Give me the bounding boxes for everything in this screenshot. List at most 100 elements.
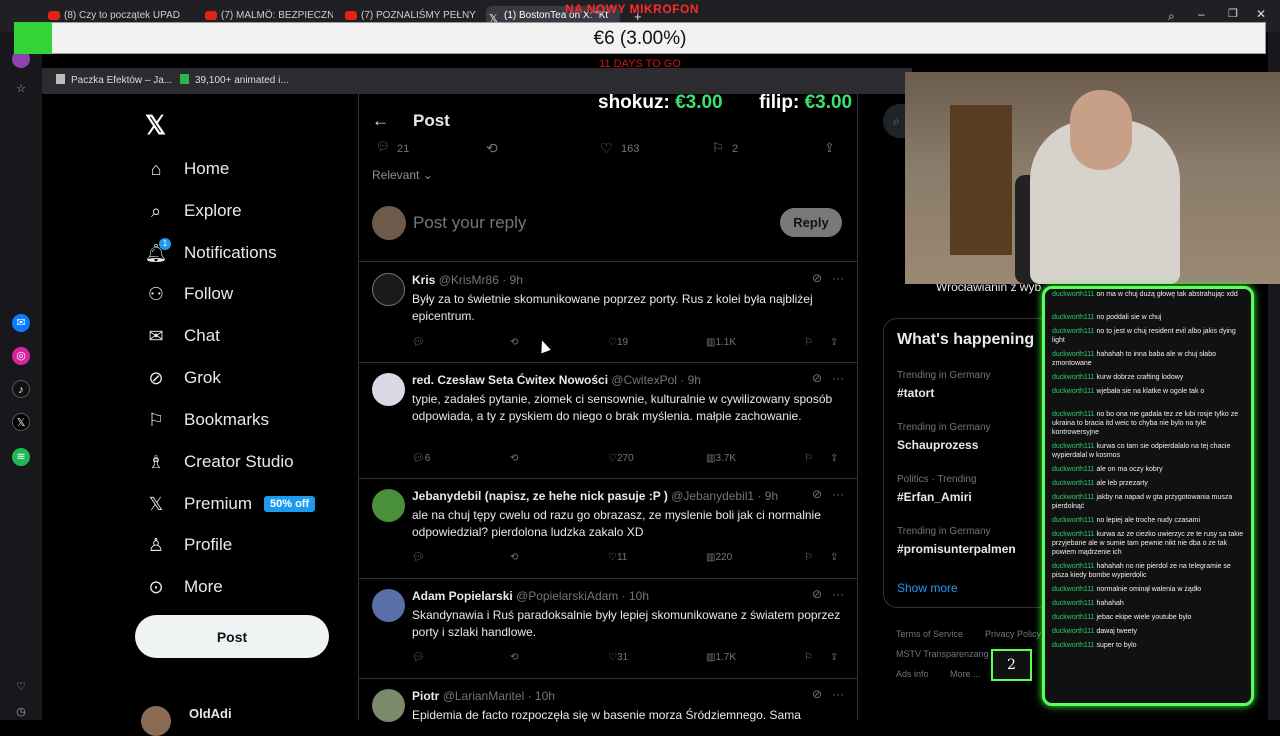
share-icon[interactable]: ⇪ xyxy=(830,453,838,464)
show-more-link[interactable]: Show more xyxy=(897,581,958,595)
back-arrow-icon[interactable]: ← xyxy=(372,111,389,130)
reply-icon[interactable]: 💬︎ xyxy=(412,337,425,348)
like-icon[interactable]: ♡ xyxy=(600,140,613,157)
reply-icon[interactable]: 💬︎ xyxy=(412,552,425,563)
trend-item[interactable]: #Erfan_Amiri xyxy=(897,490,972,504)
chat-message: duckworth111 jebac ekipe wiele youtube b… xyxy=(1052,613,1244,622)
star-icon[interactable]: ☆ xyxy=(12,80,30,98)
trend-item[interactable]: #promisunterpalmen xyxy=(897,542,1016,556)
x-icon[interactable]: 𝕏 xyxy=(12,413,30,431)
tweet-time: · 9h xyxy=(680,373,701,387)
views-icon[interactable]: ▥ 3.7K xyxy=(706,453,736,464)
more-icon[interactable]: ⊘ ··· xyxy=(812,371,844,385)
footer-link[interactable]: MSTV Transparenzang xyxy=(896,649,989,659)
nav-bookmarks[interactable]: ⚐ Bookmarks xyxy=(145,406,269,434)
author-name[interactable]: Piotr xyxy=(412,689,439,703)
tweet[interactable]: Jebanydebil (napisz, ze hehe nick pasuje… xyxy=(358,479,858,579)
author-handle[interactable]: @CwitexPol xyxy=(611,373,677,387)
nav-profile[interactable]: ♙ Profile xyxy=(145,531,232,559)
nav-label: Notifications xyxy=(184,243,277,262)
bookmark-icon[interactable]: ⚐ xyxy=(804,453,813,464)
spotify-icon[interactable]: ≋ xyxy=(12,448,30,466)
reply-button[interactable]: Reply xyxy=(780,208,842,237)
trend-item[interactable]: #tatort xyxy=(897,386,934,400)
share-icon[interactable]: ⇪ xyxy=(830,652,838,663)
nav-premium[interactable]: 𝕏 Premium 50% off xyxy=(145,490,316,518)
close-icon[interactable]: ✕ xyxy=(1256,7,1266,21)
footer-link[interactable]: Privacy Policy xyxy=(985,629,1041,639)
nav-explore[interactable]: ⌕ Explore xyxy=(145,197,242,225)
bookmark-icon[interactable]: ⚐ xyxy=(804,337,813,348)
retweet-icon[interactable]: ⟲ xyxy=(486,140,498,157)
bookmark-label: Paczka Efektów – Ja... xyxy=(71,75,173,86)
retweet-icon[interactable]: ⟲ xyxy=(510,453,518,464)
author-handle[interactable]: @Jebanydebil1 xyxy=(671,489,754,503)
more-icon[interactable]: ⊘ ··· xyxy=(812,587,844,601)
heart-icon[interactable]: ♡ xyxy=(12,678,30,696)
footer-link[interactable]: More ... xyxy=(950,669,981,679)
nav-label: Creator Studio xyxy=(184,452,294,471)
reply-icon[interactable]: 💬︎ 6 xyxy=(412,453,430,464)
author-name[interactable]: Kris xyxy=(412,273,435,287)
mail-icon: ✉ xyxy=(148,325,164,346)
messenger-icon[interactable]: ✉ xyxy=(12,314,30,332)
clock-icon[interactable]: ◷ xyxy=(12,703,30,721)
reply-input[interactable]: Post your reply xyxy=(413,213,526,233)
retweet-icon[interactable]: ⟲ xyxy=(510,337,518,348)
sort-label: Relevant xyxy=(372,168,420,182)
trend-item[interactable]: Schauprozess xyxy=(897,438,978,452)
nav-label: Home xyxy=(184,159,230,178)
retweet-icon[interactable]: ⟲ xyxy=(510,552,518,563)
nav-creator-studio[interactable]: ♗ Creator Studio xyxy=(145,448,294,476)
x-logo[interactable]: 𝕏 xyxy=(145,110,166,141)
chat-message: duckworth111 no to jest w chuj resident … xyxy=(1052,327,1244,345)
reply-icon[interactable]: 💬︎ xyxy=(376,140,390,153)
bookmark-item[interactable]: Paczka Efektów – Ja... xyxy=(56,74,172,86)
tweet[interactable]: Kris @KrisMr86 · 9h ⊘ ··· Były za to świ… xyxy=(358,263,858,363)
tweet[interactable]: Piotr @LarianMaritel · 10h ⊘ ··· Epidemi… xyxy=(358,679,858,722)
tiktok-icon[interactable]: ♪ xyxy=(12,380,30,398)
like-icon[interactable]: ♡ 31 xyxy=(608,652,628,663)
author-name[interactable]: Adam Popielarski xyxy=(412,589,513,603)
tweet[interactable]: Adam Popielarski @PopielarskiAdam · 10h … xyxy=(358,579,858,679)
nav-more[interactable]: ⊙ More xyxy=(145,573,222,601)
nav-follow[interactable]: ⚇ Follow xyxy=(145,280,233,308)
like-icon[interactable]: ♡ 11 xyxy=(608,552,627,563)
reply-icon[interactable]: 💬︎ xyxy=(412,652,425,663)
like-icon[interactable]: ♡ 19 xyxy=(608,337,628,348)
bookmark-icon[interactable]: ⚐ xyxy=(804,652,813,663)
author-handle[interactable]: @LarianMaritel xyxy=(443,689,525,703)
author-handle[interactable]: @PopielarskiAdam xyxy=(516,589,618,603)
reply-composer: Post your reply Reply xyxy=(358,196,858,262)
nav-home[interactable]: ⌂ Home xyxy=(145,155,230,183)
author-name[interactable]: Jebanydebil (napisz, ze hehe nick pasuje… xyxy=(412,489,668,503)
share-icon[interactable]: ⇪ xyxy=(830,552,838,563)
author-handle[interactable]: @KrisMr86 xyxy=(439,273,499,287)
post-button[interactable]: Post xyxy=(135,615,329,658)
nav-grok[interactable]: ⊘ Grok xyxy=(145,364,220,392)
instagram-icon[interactable]: ◎ xyxy=(12,347,30,365)
bookmark-item[interactable]: 39,100+ animated i... xyxy=(180,74,289,86)
bookmark-icon[interactable]: ⚐ xyxy=(804,552,813,563)
like-icon[interactable]: ♡ 270 xyxy=(608,453,634,464)
nav-chat[interactable]: ✉ Chat xyxy=(145,322,219,350)
views-icon[interactable]: ▥ 1.7K xyxy=(706,652,736,663)
nav-notifications[interactable]: 🔔︎ 1 Notifications xyxy=(145,238,277,267)
more-icon[interactable]: ⊘ ··· xyxy=(812,271,844,285)
more-icon[interactable]: ⊘ ··· xyxy=(812,487,844,501)
footer-link[interactable]: Ads info xyxy=(896,669,929,679)
share-icon[interactable]: ⇪ xyxy=(824,140,835,156)
author-name[interactable]: red. Czesław Seta Ćwitex Nowości xyxy=(412,373,608,387)
views-icon[interactable]: ▥ 220 xyxy=(706,552,732,563)
views-icon[interactable]: ▥ 1.1K xyxy=(706,337,736,348)
restore-icon[interactable]: ❐ xyxy=(1228,7,1238,20)
tweet[interactable]: red. Czesław Seta Ćwitex Nowości @Cwitex… xyxy=(358,363,858,479)
bookmark-icon: ⚐ xyxy=(147,409,165,430)
more-icon[interactable]: ⊘ ··· xyxy=(812,687,844,701)
retweet-icon[interactable]: ⟲ xyxy=(510,652,518,663)
sort-dropdown[interactable]: Relevant ⌄ xyxy=(372,168,433,182)
bookmark-icon[interactable]: ⚐ xyxy=(712,140,724,156)
share-icon[interactable]: ⇪ xyxy=(830,337,838,348)
minimize-icon[interactable]: – xyxy=(1198,7,1205,21)
footer-link[interactable]: Terms of Service xyxy=(896,629,963,639)
